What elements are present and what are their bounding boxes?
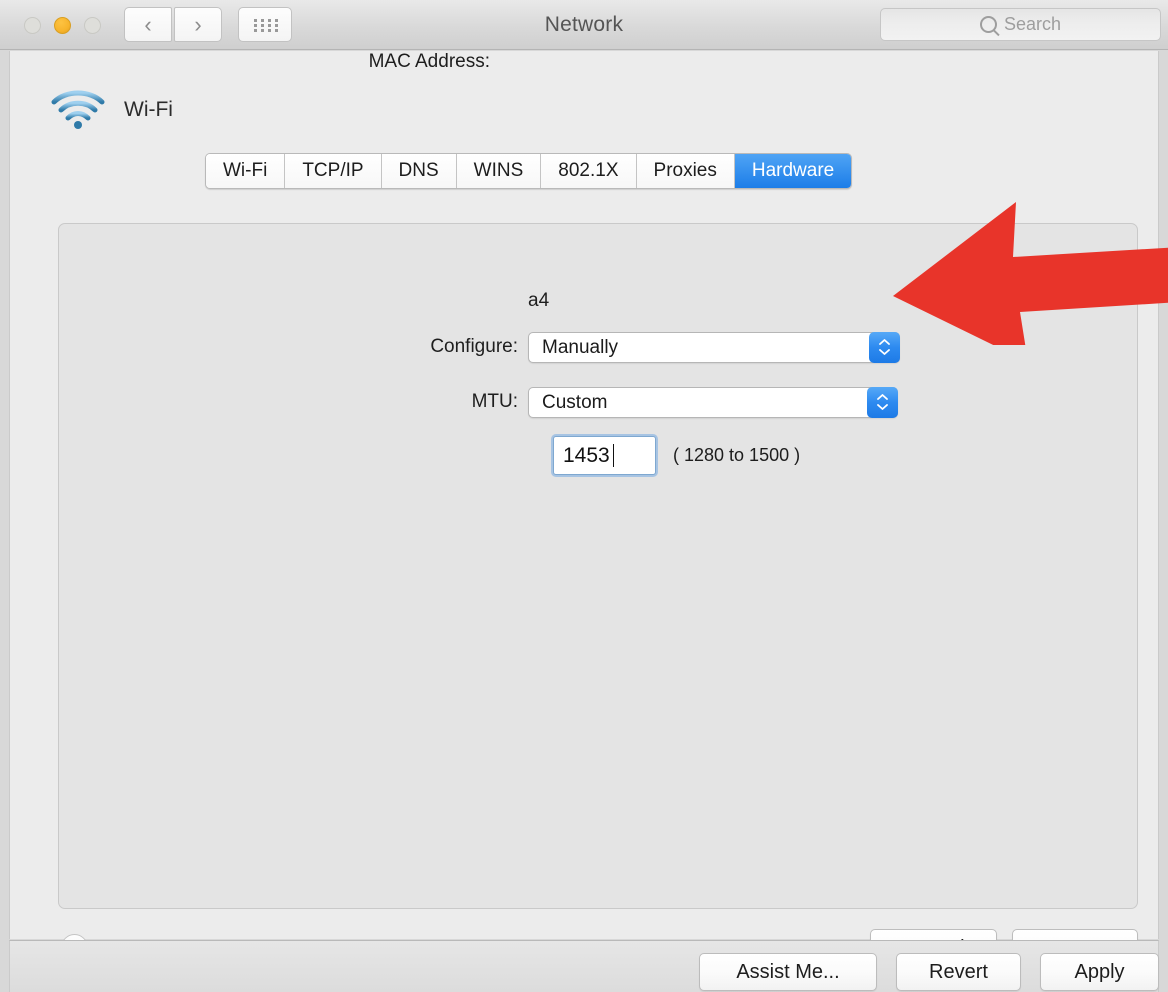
chevron-down-icon	[879, 349, 890, 355]
service-header: Wi-Fi	[50, 88, 173, 132]
configure-popup-stepper[interactable]	[869, 332, 900, 363]
mtu-popup-stepper[interactable]	[867, 387, 898, 418]
tab-proxies[interactable]: Proxies	[636, 154, 735, 188]
hardware-panel	[58, 223, 1138, 909]
mtu-value-input[interactable]: 1453	[553, 436, 656, 475]
mtu-range-hint: ( 1280 to 1500 )	[673, 445, 801, 465]
service-name: Wi-Fi	[124, 98, 173, 121]
chevron-down-icon	[877, 404, 888, 410]
text-cursor	[613, 444, 614, 467]
chevron-up-icon	[877, 394, 888, 400]
tab-hardware[interactable]: Hardware	[734, 154, 852, 188]
wifi-icon	[51, 90, 105, 129]
revert-button[interactable]: Revert	[896, 953, 1021, 991]
window-titlebar: ‹ › Network Search	[0, 0, 1168, 50]
tab-dns[interactable]: DNS	[381, 154, 457, 188]
mtu-popup-button[interactable]: Custom	[528, 387, 898, 418]
mtu-popup-value: Custom	[542, 392, 608, 413]
apply-button[interactable]: Apply	[1040, 953, 1159, 991]
network-preferences-window: ‹ › Network Search Wi-Fi MAC Address: a4…	[0, 0, 1168, 992]
chevron-up-icon	[879, 339, 890, 345]
search-placeholder: Search	[1003, 14, 1062, 34]
tab-wifi[interactable]: Wi-Fi	[206, 154, 286, 188]
tab-wins[interactable]: WINS	[456, 154, 542, 188]
mtu-label: MTU:	[471, 391, 518, 412]
mtu-value-text: 1453	[563, 444, 610, 467]
configure-popup-value: Manually	[542, 337, 619, 358]
settings-tab-bar: Wi-Fi TCP/IP DNS WINS 802.1X Proxies Har…	[205, 153, 853, 189]
configure-label: Configure:	[430, 336, 518, 357]
search-input[interactable]: Search	[880, 8, 1161, 41]
mac-address-value: a4	[528, 290, 550, 311]
configure-popup-button[interactable]: Manually	[528, 332, 900, 363]
tab-tcpip[interactable]: TCP/IP	[285, 154, 382, 188]
mac-address-label: MAC Address:	[368, 51, 490, 72]
tab-8021x[interactable]: 802.1X	[541, 154, 637, 188]
preferences-bottom-bar: Assist Me... Revert Apply	[9, 940, 1159, 992]
search-icon	[979, 16, 997, 33]
assist-me-button[interactable]: Assist Me...	[699, 953, 877, 991]
